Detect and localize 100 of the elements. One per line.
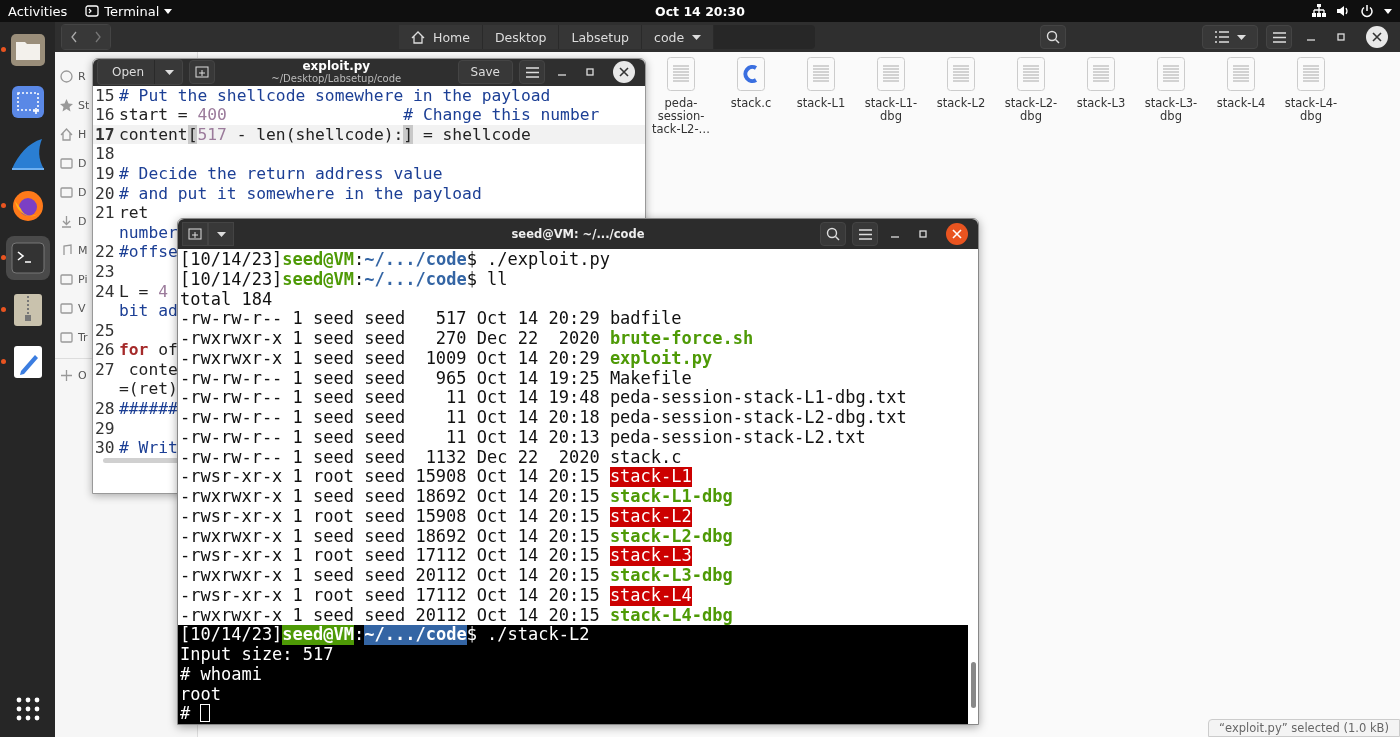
file-item[interactable]: stack.c [716,57,786,137]
terminal-icon [85,5,100,17]
sidebar-item[interactable]: M [60,244,88,257]
file-item[interactable]: stack-L2 [926,57,996,137]
scrollbar-thumb[interactable] [971,662,976,708]
clock-icon [60,70,73,83]
sidebar-item[interactable]: Tr [60,331,88,344]
window-title: seed@VM: ~/.../code [511,227,645,241]
sidebar-item[interactable]: St [60,99,90,112]
sidebar-item[interactable]: H [60,128,87,141]
code-comment: bit ad [119,301,178,321]
terminal-text: -rw-rw-r-- 1 seed seed 11 Oct 14 20:13 [180,427,601,448]
sidebar-item[interactable]: R [60,70,86,83]
file-name: stack-L2 [609,506,692,527]
close-icon[interactable] [613,61,635,84]
file-name: stack-L3-dbg [609,566,733,586]
line-number: 15 [95,85,115,105]
terminal-text: -rwxrwxr-x 1 seed seed 1009 Oct 14 20:29 [180,348,601,369]
path-crumb[interactable]: Desktop [482,25,560,49]
code-comment: # Writ [119,438,178,458]
window-title: exploit.py [302,60,371,74]
path-crumb[interactable]: Labsetup [559,25,642,49]
terminal-text: -rwxrwxr-x 1 seed seed 20112 Oct 14 20:15 [180,605,601,626]
terminal-text: -rwxrwxr-x 1 seed seed 270 Dec 22 2020 [180,329,601,349]
caret-icon[interactable] [1384,8,1392,14]
code-text: - len(shellcode): [235,124,404,145]
monitor-icon [60,157,73,170]
open-button[interactable]: Open [97,59,184,86]
code-number: 400 [197,105,227,125]
sidebar-item[interactable]: O [60,369,87,382]
terminal-text: peda-session-stack-L2.txt [609,427,866,448]
clock[interactable]: Oct 14 20:30 [655,3,745,19]
power-icon[interactable] [1360,4,1374,18]
sidebar-item[interactable]: D [60,157,87,170]
code-text: start = [119,105,189,125]
path-crumb[interactable]: code [642,25,715,49]
sidebar-item[interactable]: D [60,186,87,199]
code-comment: # Change this number [402,105,600,125]
network-icon[interactable] [1312,4,1326,18]
code-text: conte [127,359,178,380]
sidebar-item[interactable]: Pi [60,273,88,286]
sidebar-item[interactable]: V [60,302,86,315]
code-comment: # and put it somewhere in the payload [119,183,482,204]
maximize-icon[interactable] [585,67,595,78]
status-bubble: “exploit.py” selected (1.0 kB) [1208,719,1400,737]
maximize-icon[interactable] [1336,32,1346,42]
close-icon[interactable] [1366,26,1388,48]
terminal-text: : [354,269,365,290]
text-file-icon [1297,57,1325,91]
sidebar-item[interactable]: D [60,215,87,228]
file-item[interactable]: stack-L1 [786,57,856,137]
terminal-text: -rwxrwxr-x 1 seed seed 18692 Oct 14 20:15 [180,526,601,547]
back-button[interactable] [62,25,86,49]
save-button[interactable]: Save [457,60,513,85]
file-item[interactable]: stack-L1-dbg [856,57,926,137]
chevron-left-icon [70,31,78,43]
caret-icon [1236,34,1246,40]
file-item[interactable]: stack-L3-dbg [1136,57,1206,137]
browser-icon [10,189,45,223]
terminal-text: -rwsr-xr-x 1 root seed 17112 Oct 14 20:15 [180,585,601,606]
menu-icon [525,66,539,78]
path-crumb[interactable]: Home [399,25,483,49]
text-editor-icon [12,345,43,379]
activities-button[interactable]: Activities [8,3,68,19]
terminal-text: # whoami [180,664,262,685]
code-comment: ###### [119,399,178,419]
search-icon [1046,30,1060,44]
file-item[interactable]: stack-L4-dbg [1276,57,1346,137]
close-icon[interactable] [946,223,968,245]
prompt-user: seed@VM [282,250,354,270]
new-tab-icon [195,66,210,79]
volume-icon[interactable] [1336,4,1350,18]
file-item[interactable]: stack-L3 [1066,57,1136,137]
new-tab-button[interactable] [182,222,208,246]
line-number: 16 [95,105,115,125]
maximize-icon[interactable] [918,229,928,239]
line-number: 19 [95,163,115,183]
menu-button[interactable] [1266,25,1292,49]
view-button[interactable] [1202,25,1258,49]
terminal-text: -rwxrwxr-x 1 seed seed 18692 Oct 14 20:15 [180,487,601,507]
dropdown-button[interactable] [208,222,234,246]
menu-button[interactable] [852,222,878,246]
prompt-user: seed@VM [282,625,354,645]
code-text: ret [119,203,149,223]
file-item[interactable]: stack-L4 [1206,57,1276,137]
new-tab-button[interactable] [189,60,216,85]
menu-button[interactable] [519,60,545,85]
app-menu[interactable]: Terminal [85,3,173,19]
prompt-path: ~/.../code [364,269,467,290]
file-item[interactable]: peda-session-tack-L2-… [646,57,716,137]
search-button[interactable] [820,222,846,246]
file-item[interactable]: stack-L2-dbg [996,57,1066,137]
home-icon [411,30,425,44]
search-button[interactable] [1040,25,1066,49]
file-name: stack-L2-dbg [609,526,733,547]
terminal-text: peda-session-stack-L2-dbg.txt [609,408,907,428]
code-text: content [119,124,188,145]
terminal-text: [10/14/23] [180,625,283,645]
caret-icon [165,69,175,75]
caret-icon [692,34,702,40]
